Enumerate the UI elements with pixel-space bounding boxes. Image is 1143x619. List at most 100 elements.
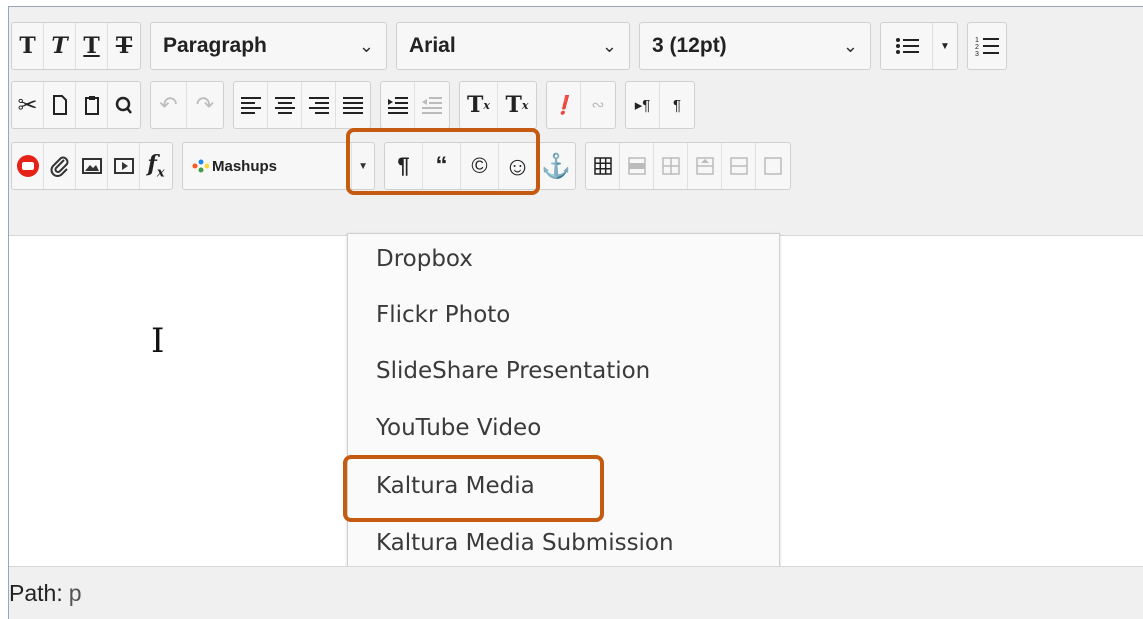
- script-group: Tx Tx: [459, 81, 537, 129]
- attach-file-button[interactable]: [44, 143, 76, 189]
- toolbar-row-1: T T T T Paragraph ⌄ Arial ⌄ 3 (12pt) ⌄ ▼…: [11, 20, 1016, 72]
- outdent-button[interactable]: [415, 82, 449, 128]
- mashups-label: Mashups: [212, 157, 278, 175]
- table-row-props-button[interactable]: [620, 143, 654, 189]
- svg-text:3: 3: [975, 51, 979, 57]
- alignment-group: [233, 81, 371, 129]
- toolbar-row-2: ✂ ↶ ↷ T x T x ❗ ∾ ▸¶ ¶: [11, 79, 704, 131]
- unlink-icon: ∾: [591, 97, 605, 114]
- menu-item-flickr-photo[interactable]: Flickr Photo: [376, 302, 510, 328]
- align-left-button[interactable]: [234, 82, 268, 128]
- scissors-icon: ✂: [17, 91, 38, 119]
- table-more-icon: [764, 157, 782, 175]
- youtube-icon: [16, 155, 39, 177]
- paragraph-rtl-icon: ¶: [672, 96, 682, 114]
- bullet-list-icon: [895, 38, 919, 54]
- text-editor: T T T T Paragraph ⌄ Arial ⌄ 3 (12pt) ⌄ ▼…: [8, 6, 1143, 619]
- undo-button[interactable]: ↶: [151, 82, 187, 128]
- insert-row-before-button[interactable]: [688, 143, 722, 189]
- mashups-highlight: [346, 128, 540, 195]
- bullet-list-options-button[interactable]: ▼: [933, 23, 957, 69]
- align-center-icon: [274, 97, 295, 114]
- path-status-bar: Path: p: [9, 566, 1143, 619]
- mashups-menu: Dropbox Flickr Photo SlideShare Presenta…: [347, 233, 780, 577]
- format-select[interactable]: Paragraph ⌄: [150, 22, 387, 70]
- outdent-icon: [422, 97, 442, 114]
- chevron-down-icon: ⌄: [358, 35, 374, 56]
- table-cell-props-button[interactable]: [654, 143, 688, 189]
- table-icon: [593, 157, 612, 175]
- bullet-list-button[interactable]: [881, 23, 933, 69]
- menu-item-youtube-video[interactable]: YouTube Video: [376, 415, 541, 441]
- menu-item-kaltura-media-submission[interactable]: Kaltura Media Submission: [376, 530, 674, 556]
- align-right-icon: [308, 97, 329, 114]
- underline-button[interactable]: T: [76, 23, 108, 69]
- copy-button[interactable]: [44, 82, 76, 128]
- anchor-button[interactable]: ⚓: [537, 143, 575, 189]
- bold-button[interactable]: T: [12, 23, 44, 69]
- ltr-button[interactable]: ▸¶: [626, 82, 660, 128]
- video-icon: [113, 158, 134, 174]
- numbered-list-group: 123: [967, 22, 1007, 70]
- paste-button[interactable]: [76, 82, 108, 128]
- font-size-select[interactable]: 3 (12pt) ⌄: [639, 22, 871, 70]
- align-left-icon: [240, 97, 261, 114]
- table-cell-icon: [661, 157, 680, 175]
- bullet-list-group: ▼: [880, 22, 958, 70]
- indent-button[interactable]: [381, 82, 415, 128]
- mashups-button[interactable]: Mashups: [183, 143, 351, 189]
- chevron-down-icon: ⌄: [601, 35, 617, 56]
- align-justify-button[interactable]: [336, 82, 370, 128]
- insert-row-after-icon: [729, 157, 748, 175]
- path-value[interactable]: p: [69, 580, 82, 607]
- insert-row-icon: [695, 157, 714, 175]
- strikethrough-button[interactable]: T: [108, 23, 140, 69]
- table-more-button[interactable]: [756, 143, 790, 189]
- unlink-button[interactable]: ∾: [581, 82, 615, 128]
- font-family-select[interactable]: Arial ⌄: [396, 22, 630, 70]
- anchor-icon: ⚓: [541, 152, 571, 180]
- paragraph-direction-group: ▸¶ ¶: [625, 81, 695, 129]
- equation-button[interactable]: fx: [140, 143, 172, 189]
- image-icon: [81, 158, 102, 174]
- italic-button[interactable]: T: [44, 23, 76, 69]
- table-group: [585, 142, 791, 190]
- insert-image-button[interactable]: [76, 143, 108, 189]
- rtl-button[interactable]: ¶: [660, 82, 694, 128]
- text-cursor-icon: I: [151, 321, 165, 361]
- font-family-select-value: Arial: [409, 34, 456, 57]
- chevron-down-icon: ⌄: [842, 35, 858, 56]
- numbered-list-button[interactable]: 123: [968, 23, 1006, 69]
- kaltura-media-highlight: [343, 455, 604, 522]
- table-row-icon: [627, 157, 646, 175]
- youtube-button[interactable]: [12, 143, 44, 189]
- function-icon: fx: [147, 151, 165, 181]
- media-group: fx: [11, 142, 173, 190]
- subscript-button[interactable]: Tx: [498, 82, 536, 128]
- clipboard-group: ✂: [11, 81, 141, 129]
- cut-button[interactable]: ✂: [12, 82, 44, 128]
- redo-icon: ↷: [195, 92, 215, 117]
- link-group: ❗ ∾: [546, 81, 616, 129]
- align-right-button[interactable]: [302, 82, 336, 128]
- undo-icon: ↶: [159, 92, 178, 117]
- copy-icon: [52, 95, 67, 115]
- superscript-button[interactable]: Tx: [460, 82, 498, 128]
- align-center-button[interactable]: [268, 82, 302, 128]
- find-button[interactable]: [108, 82, 140, 128]
- menu-item-dropbox[interactable]: Dropbox: [376, 246, 473, 272]
- insert-table-button[interactable]: [586, 143, 620, 189]
- indent-group: [380, 81, 450, 129]
- font-size-select-value: 3 (12pt): [652, 34, 727, 57]
- svg-text:2: 2: [975, 44, 979, 51]
- insert-media-button[interactable]: [108, 143, 140, 189]
- history-group: ↶ ↷: [150, 81, 224, 129]
- insert-link-button[interactable]: ❗: [547, 82, 581, 128]
- menu-item-slideshare[interactable]: SlideShare Presentation: [376, 358, 650, 384]
- svg-text:1: 1: [975, 37, 979, 44]
- mashups-icon: [192, 159, 209, 173]
- link-icon: ❗: [552, 94, 575, 115]
- redo-button[interactable]: ↷: [187, 82, 223, 128]
- path-label: Path:: [9, 580, 63, 606]
- insert-row-after-button[interactable]: [722, 143, 756, 189]
